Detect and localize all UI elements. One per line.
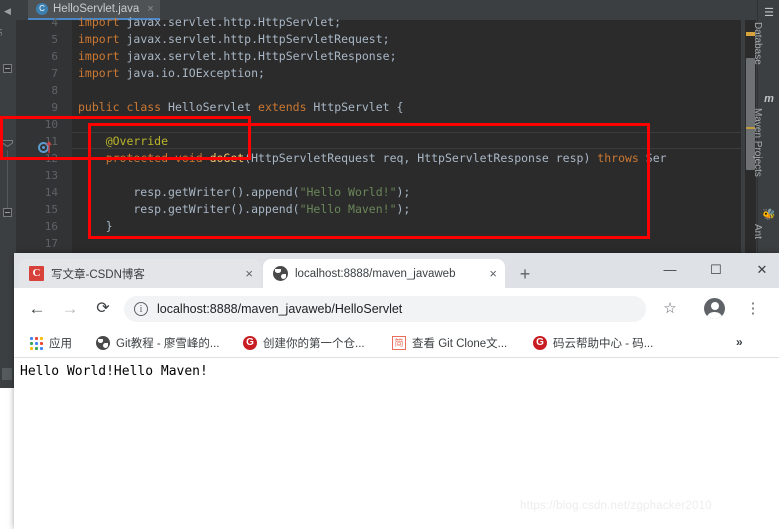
ide-left-tool-strip: s\	[0, 20, 16, 258]
bookmark-git-tutorial[interactable]: Git教程 - 廖雪峰的...	[96, 333, 220, 353]
reload-button[interactable]: ⟳	[90, 296, 116, 322]
close-icon[interactable]: ×	[489, 267, 497, 280]
jianshu-icon: 简	[392, 336, 406, 350]
line-number: 6	[51, 50, 58, 63]
browser-tab-label: 写文章-CSDN博客	[51, 268, 145, 281]
line-number: 5	[51, 33, 58, 46]
bookmarks-overflow-icon[interactable]: »	[736, 335, 743, 349]
gitee-icon: G	[243, 336, 257, 350]
bookmark-apps[interactable]: 应用	[30, 333, 72, 353]
globe-icon	[273, 266, 288, 281]
fold-arrow-method[interactable]	[2, 140, 13, 147]
profile-avatar-icon[interactable]	[704, 298, 725, 319]
tool-window-database-label[interactable]: Database	[752, 22, 763, 65]
address-bar[interactable]: i localhost:8888/maven_javaweb/HelloServ…	[124, 296, 646, 322]
line-number: 7	[51, 67, 58, 80]
line-number: 10	[44, 118, 58, 131]
close-icon[interactable]: ×	[245, 267, 253, 280]
bookmark-label: Git教程 - 廖雪峰的...	[116, 338, 220, 350]
bookmark-label: 创建你的第一个仓...	[263, 338, 365, 350]
tool-window-maven-label[interactable]: Maven Projects	[752, 108, 763, 177]
gitee-icon: G	[533, 336, 547, 350]
back-button[interactable]: ←	[24, 296, 50, 322]
tab-scroll-left-icon[interactable]: ◀	[4, 6, 11, 17]
ide-left-edge-icon	[2, 368, 12, 380]
fold-marker-imports[interactable]	[3, 64, 12, 73]
address-bar-text: localhost:8888/maven_javaweb/HelloServle…	[157, 302, 403, 316]
browser-toolbar: ← → ⟳ i localhost:8888/maven_javaweb/Hel…	[14, 288, 779, 328]
maximize-button[interactable]: ☐	[693, 253, 739, 286]
desktop-left-edge	[0, 388, 14, 529]
maven-icon[interactable]: m	[762, 92, 776, 106]
watermark-text: https://blog.csdn.net/zgphacker2010	[520, 500, 712, 512]
apps-grid-icon	[30, 336, 43, 350]
line-number: 14	[44, 186, 58, 199]
code-editor[interactable]	[72, 20, 741, 258]
browser-title-bar: C 写文章-CSDN博客 × localhost:8888/maven_java…	[14, 253, 779, 288]
editor-tab-label: HelloServlet.java	[53, 3, 140, 15]
line-number: 8	[51, 84, 58, 97]
caret-row-highlight	[72, 132, 741, 149]
bookmarks-bar: 应用 Git教程 - 廖雪峰的... G 创建你的第一个仓... 简 查看 Gi…	[14, 328, 779, 358]
editor-tab-strip: ◀ C HelloServlet.java ×	[0, 0, 741, 20]
line-number: 16	[44, 220, 58, 233]
close-window-button[interactable]: ✕	[739, 253, 779, 286]
close-icon[interactable]: ×	[147, 3, 153, 15]
browser-tab-csdn[interactable]: C 写文章-CSDN博客 ×	[19, 259, 261, 288]
line-number: 17	[44, 237, 58, 250]
browser-tab-localhost[interactable]: localhost:8888/maven_javaweb ×	[263, 259, 505, 288]
bookmark-gitee-help-center[interactable]: G 码云帮助中心 - 码...	[533, 333, 653, 353]
forward-button[interactable]: →	[57, 296, 83, 322]
tool-window-ant-label[interactable]: Ant	[752, 224, 763, 239]
ide-right-tool-window-bar: ☰ Database m Maven Projects 🐝 Ant	[752, 0, 779, 258]
line-number: 4	[51, 16, 58, 29]
bookmark-label: 应用	[49, 338, 72, 350]
fold-marker-method-end[interactable]	[3, 208, 12, 217]
intellij-ide-window: s\ ◀ C HelloServlet.java × 4 5 6 7 8 9 10 11 12 1…	[0, 0, 779, 258]
line-number: 9	[51, 101, 58, 114]
bookmark-create-first-repo[interactable]: G 创建你的第一个仓...	[243, 333, 365, 353]
editor-fold-rail[interactable]	[57, 20, 72, 258]
run-servlet-icon[interactable]	[38, 140, 52, 154]
bookmark-star-icon[interactable]: ☆	[659, 298, 681, 320]
browser-tab-label: localhost:8888/maven_javaweb	[295, 267, 456, 280]
bookmark-label: 码云帮助中心 - 码...	[553, 338, 654, 350]
bookmark-label: 查看 Git Clone文...	[412, 338, 508, 350]
csdn-icon: C	[29, 266, 44, 281]
servlet-response-text: Hello World!Hello Maven!	[20, 364, 208, 379]
new-tab-button[interactable]: +	[514, 264, 536, 286]
chrome-browser-window: C 写文章-CSDN博客 × localhost:8888/maven_java…	[14, 253, 779, 529]
fold-indent-line	[7, 150, 8, 208]
database-icon[interactable]: ☰	[762, 6, 776, 20]
ant-icon[interactable]: 🐝	[762, 208, 776, 222]
chrome-menu-icon[interactable]: ⋮	[742, 296, 764, 322]
site-info-icon[interactable]: i	[134, 302, 148, 316]
editor-scroll-pane[interactable]	[72, 20, 741, 258]
minimize-button[interactable]: —	[647, 253, 693, 286]
ide-left-strip-label: s\	[0, 28, 4, 36]
bookmark-git-clone-doc[interactable]: 简 查看 Git Clone文...	[392, 333, 507, 353]
line-number: 13	[44, 169, 58, 182]
line-number: 15	[44, 203, 58, 216]
globe-icon	[96, 336, 110, 350]
